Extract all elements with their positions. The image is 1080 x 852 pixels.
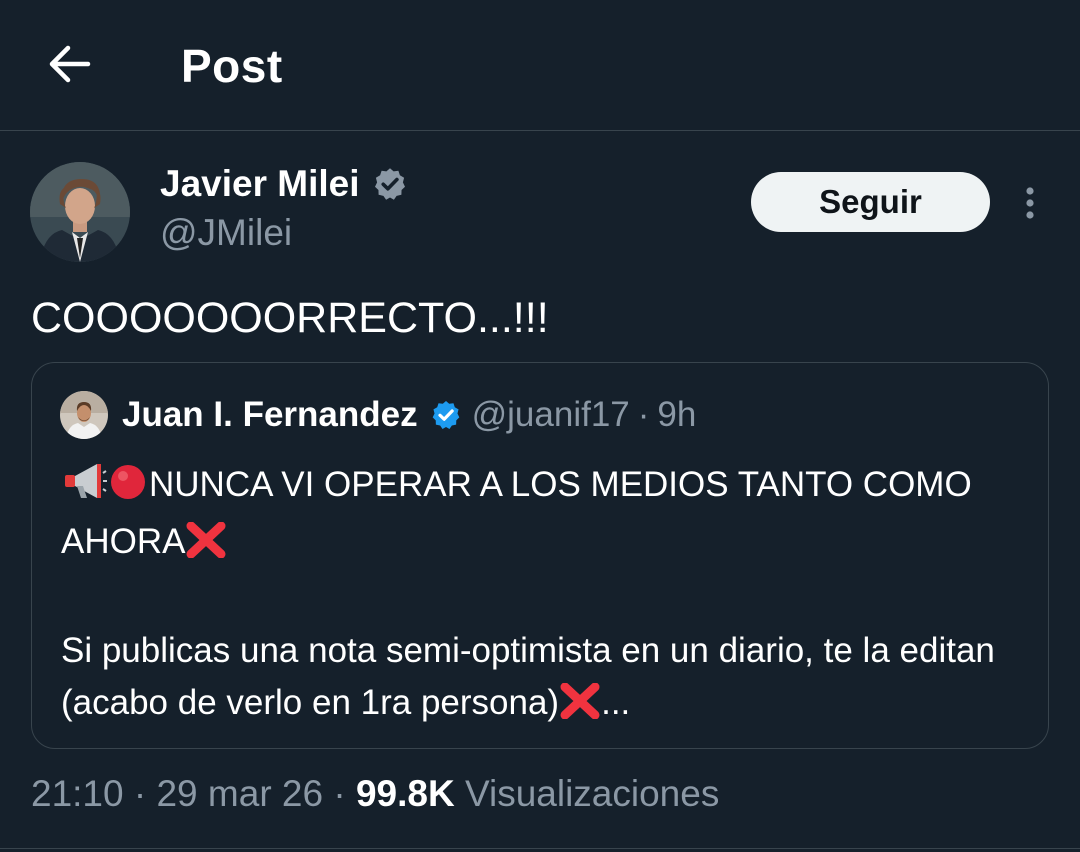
quote-text: NUNCA VI OPERAR A LOS MEDIOS TANTO COMO … xyxy=(61,459,1021,734)
back-button[interactable] xyxy=(40,36,100,92)
author-name[interactable]: Javier Milei xyxy=(160,162,408,206)
quoted-tweet[interactable]: Juan I. Fernandez @juanif17 · 9h NUNCA V… xyxy=(31,362,1049,749)
tweet-time[interactable]: 21:10 xyxy=(31,773,124,814)
quote-timestamp[interactable]: 9h xyxy=(657,395,696,435)
divider xyxy=(0,848,1080,849)
follow-button[interactable]: Seguir xyxy=(751,172,990,232)
arrow-left-icon xyxy=(49,45,91,83)
quote-header: Juan I. Fernandez @juanif17 · 9h xyxy=(122,391,696,439)
quote-ellipsis: ... xyxy=(601,683,631,722)
tweet-date[interactable]: 29 mar 26 xyxy=(156,773,323,814)
quote-paragraph-2-text: Si publicas una nota semi-optimista en u… xyxy=(61,631,995,722)
quote-paragraph-1: NUNCA VI OPERAR A LOS MEDIOS TANTO COMO … xyxy=(61,459,1021,573)
more-options-button[interactable] xyxy=(1010,180,1050,226)
tweet-meta: 21:10 · 29 mar 26 · 99.8K Visualizacione… xyxy=(31,771,719,817)
megaphone-icon xyxy=(61,461,107,516)
meta-separator: · xyxy=(123,773,157,814)
verified-badge-icon xyxy=(372,166,408,202)
quote-paragraph-2: Si publicas una nota semi-optimista en u… xyxy=(61,625,1021,734)
avatar-image xyxy=(30,162,130,262)
quote-separator: · xyxy=(637,395,650,434)
quote-verified-badge-icon xyxy=(430,399,462,431)
author-handle[interactable]: @JMilei xyxy=(160,211,292,255)
top-bar: Post xyxy=(0,0,1080,131)
page-title: Post xyxy=(181,40,283,92)
quote-author-name[interactable]: Juan I. Fernandez xyxy=(122,395,418,435)
more-vertical-icon xyxy=(1026,187,1034,219)
red-circle-icon xyxy=(107,461,149,516)
cross-mark-icon xyxy=(559,682,601,734)
cross-mark-icon xyxy=(185,521,227,573)
views-count[interactable]: 99.8K xyxy=(356,773,455,814)
quote-author-avatar[interactable] xyxy=(60,391,108,439)
views-label: Visualizaciones xyxy=(454,773,720,814)
quote-author-handle[interactable]: @juanif17 xyxy=(472,395,630,435)
author-avatar[interactable] xyxy=(30,162,130,262)
author-name-text: Javier Milei xyxy=(160,163,360,204)
meta-separator: · xyxy=(323,773,356,814)
tweet-text: COOOOOOORRECTO...!!! xyxy=(31,294,549,342)
quote-avatar-image xyxy=(60,391,108,439)
